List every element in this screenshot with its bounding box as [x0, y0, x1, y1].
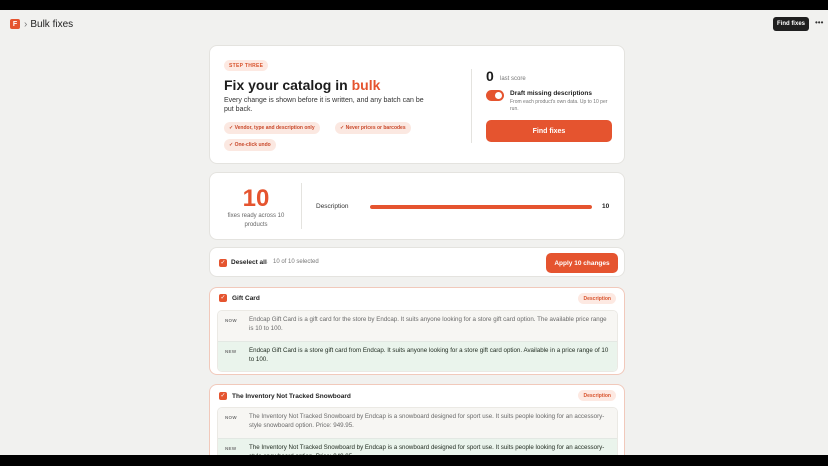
- page-title: Bulk fixes: [30, 18, 74, 30]
- new-row: NEW Endcap Gift Card is a store gift car…: [218, 341, 617, 371]
- fixes-count-label: fixes ready across 10 products: [227, 213, 285, 228]
- selection-count: 10 of 10 selected: [273, 259, 319, 265]
- draft-title: Draft missing descriptions: [510, 90, 592, 97]
- header-find-fixes-button[interactable]: Find fixes: [773, 17, 809, 31]
- more-options-icon[interactable]: •••: [815, 18, 823, 27]
- new-text: Endcap Gift Card is a store gift card fr…: [249, 347, 609, 363]
- deselect-all-checkbox[interactable]: ✓: [219, 259, 227, 267]
- fix-item: ✓ The Inventory Not Tracked Snowboard De…: [209, 384, 625, 464]
- now-row: NOW The Inventory Not Tracked Snowboard …: [218, 408, 617, 438]
- app-logo-icon[interactable]: F: [10, 19, 20, 29]
- product-name: Gift Card: [232, 295, 260, 302]
- product-name: The Inventory Not Tracked Snowboard: [232, 393, 351, 400]
- now-tag: NOW: [225, 318, 237, 323]
- divider: [471, 69, 472, 143]
- app-header: F › Bulk fixes Find fixes •••: [0, 10, 828, 38]
- last-score-value: 0: [486, 68, 494, 84]
- hero-title: Fix your catalog in bulk: [224, 77, 380, 93]
- now-row: NOW Endcap Gift Card is a gift card for …: [218, 311, 617, 341]
- item-checkbox[interactable]: ✓: [219, 294, 227, 302]
- find-fixes-button[interactable]: Find fixes: [486, 120, 612, 142]
- new-tag: NEW: [225, 446, 237, 451]
- hero-title-text: Fix your catalog in: [224, 77, 352, 93]
- divider: [301, 183, 302, 229]
- fixes-count: 10: [242, 185, 270, 212]
- breadcrumb-separator: ›: [24, 18, 28, 30]
- draft-subtitle: From each product's own data. Up to 10 p…: [510, 99, 608, 112]
- item-checkbox[interactable]: ✓: [219, 392, 227, 400]
- now-tag: NOW: [225, 415, 237, 420]
- step-three-card: STEP THREE Fix your catalog in bulk Ever…: [209, 45, 625, 164]
- summary-card: 10 fixes ready across 10 products Descri…: [209, 172, 625, 240]
- field-bar-label: Description: [316, 203, 349, 210]
- field-bar-value: 10: [602, 203, 610, 210]
- selection-bar: ✓ Deselect all · 10 of 10 selected Apply…: [209, 247, 625, 277]
- new-tag: NEW: [225, 349, 237, 354]
- hero-subtitle: Every change is shown before it is writt…: [224, 97, 424, 113]
- field-progress-bar: [370, 205, 592, 209]
- hero-title-accent: bulk: [351, 77, 381, 93]
- diff-block: NOW Endcap Gift Card is a gift card for …: [217, 310, 618, 372]
- chip-safety: ✓ Never prices or barcodes: [335, 122, 411, 134]
- field-badge: Description: [578, 293, 616, 304]
- draft-descriptions-toggle[interactable]: [486, 90, 504, 101]
- separator: ·: [266, 259, 269, 266]
- field-badge: Description: [578, 390, 616, 401]
- chip-undo: ✓ One-click undo: [224, 139, 276, 151]
- chip-scope: ✓ Vendor, type and description only: [224, 122, 320, 134]
- field-progress-fill: [370, 205, 592, 209]
- now-text: Endcap Gift Card is a gift card for the …: [249, 316, 607, 332]
- window-top-bar: [0, 0, 828, 10]
- window-bottom-bar: [0, 455, 828, 466]
- last-score-label: last score: [500, 76, 526, 82]
- apply-changes-button[interactable]: Apply 10 changes: [546, 253, 618, 273]
- now-text: The Inventory Not Tracked Snowboard by E…: [249, 413, 605, 429]
- fix-item: ✓ Gift Card Description NOW Endcap Gift …: [209, 287, 625, 375]
- step-badge: STEP THREE: [224, 60, 269, 71]
- deselect-all-label[interactable]: Deselect all: [231, 259, 267, 266]
